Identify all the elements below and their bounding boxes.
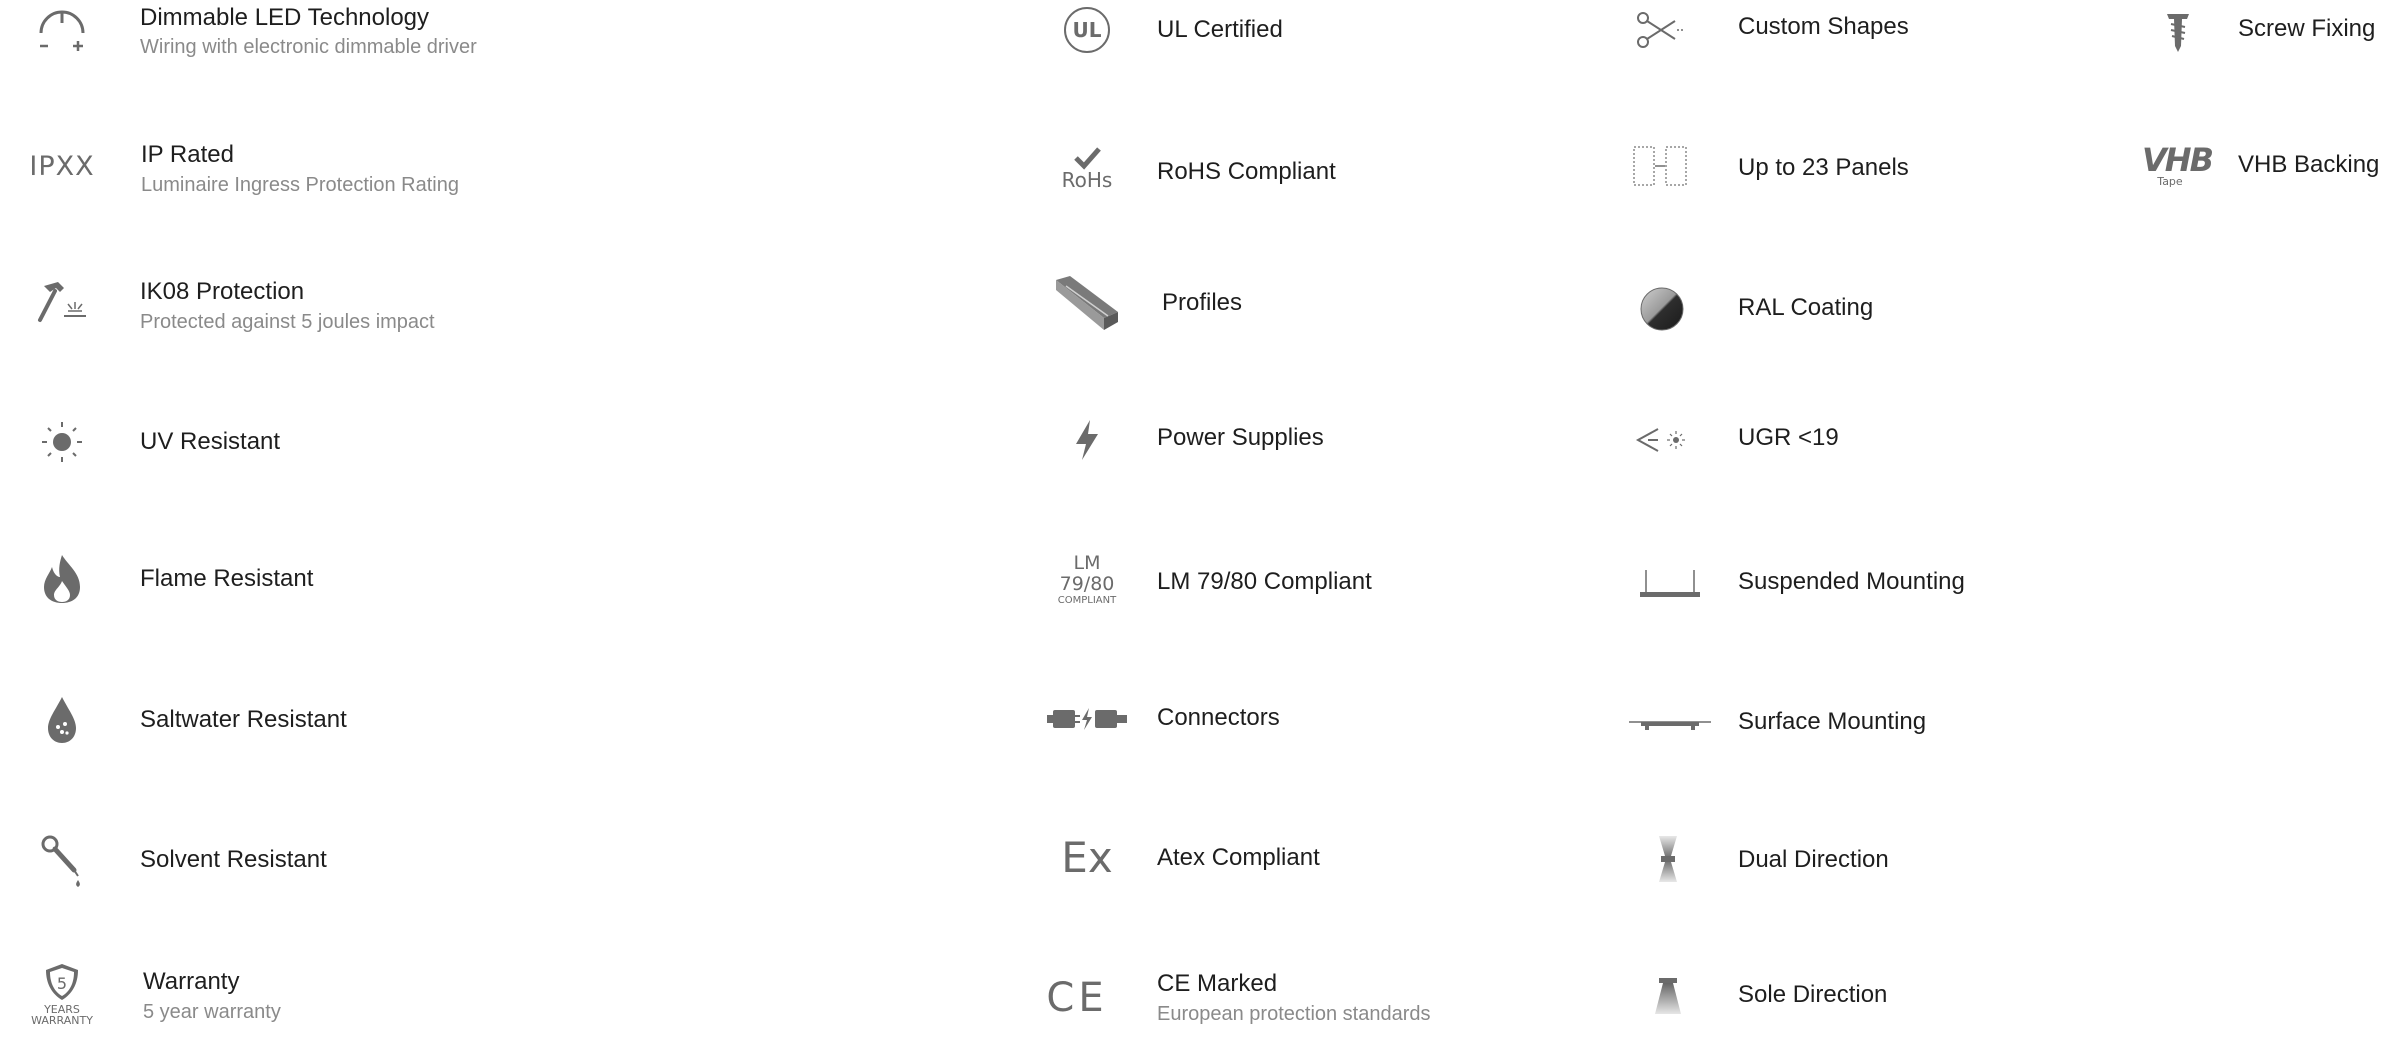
ip-rating-icon: IPXX [29,150,95,182]
feature-title: Suspended Mounting [1738,568,1965,595]
feature-title: UV Resistant [140,428,281,455]
scissors-icon [1620,0,1700,70]
dual-direction-icon [1628,819,1708,899]
feature-title: Power Supplies [1157,424,1324,451]
feature-title: Profiles [1162,289,1243,316]
feature-subtitle: Protected against 5 joules impact [140,311,435,333]
connector-icon [1043,679,1131,759]
lm-compliant-icon: LM 79/80 COMPLIANT [1057,552,1117,607]
surface-mount-icon [1627,684,1713,764]
ul-certified-icon: UL [1047,0,1127,70]
feature-title: Flame Resistant [140,565,314,592]
ce-mark-icon: CE [1046,975,1108,1021]
feature-title: Sole Direction [1738,981,1888,1008]
feature-title: UGR <19 [1738,424,1839,451]
lightning-icon [1047,400,1127,480]
feature-title: RAL Coating [1738,294,1874,321]
profile-icon [1042,264,1132,344]
suspended-mount-icon [1630,544,1710,624]
feature-subtitle: Luminaire Ingress Protection Rating [141,174,459,196]
feature-title: IK08 Protection [140,278,305,305]
glare-icon [1622,400,1702,480]
flame-icon [22,539,102,619]
feature-title: Saltwater Resistant [140,706,347,733]
feature-subtitle: Wiring with electronic dimmable driver [140,36,477,58]
feature-title: Up to 23 Panels [1738,154,1909,181]
feature-title: Screw Fixing [2238,15,2376,42]
svg-text:UL: UL [1073,18,1102,42]
rohs-icon: RoHs [1047,128,1127,208]
sole-direction-icon [1628,956,1708,1036]
water-drop-icon [22,680,102,760]
warranty-number: 5 [57,974,67,993]
feature-title: Connectors [1157,704,1280,731]
feature-title: UL Certified [1157,16,1283,43]
sun-icon [22,402,102,482]
feature-subtitle: European protection standards [1157,1003,1431,1025]
feature-title: RoHS Compliant [1157,158,1336,185]
feature-title: Solvent Resistant [140,846,327,873]
atex-icon: Ex [1061,833,1113,882]
panels-icon [1620,126,1700,206]
feature-title: Warranty [143,968,240,995]
feature-title: Surface Mounting [1738,708,1927,735]
ral-coating-icon [1622,269,1702,349]
feature-title: Dual Direction [1738,846,1889,873]
hammer-icon [22,264,102,344]
feature-title: Custom Shapes [1738,13,1909,40]
feature-title: CE Marked [1157,970,1278,997]
feature-title: VHB Backing [2238,151,2380,178]
feature-title: IP Rated [141,141,234,168]
warranty-shield-icon: 5 YEARS WARRANTY [22,962,102,1042]
feature-title: LM 79/80 Compliant [1157,568,1372,595]
feature-subtitle: 5 year warranty [143,1001,281,1023]
vhb-tape-icon: VHB Tape [2142,141,2214,188]
feature-title: Atex Compliant [1157,844,1320,871]
dimmer-icon [22,0,102,72]
pipette-icon [22,822,102,902]
screw-icon [2138,0,2218,72]
feature-title: Dimmable LED Technology [140,4,430,31]
